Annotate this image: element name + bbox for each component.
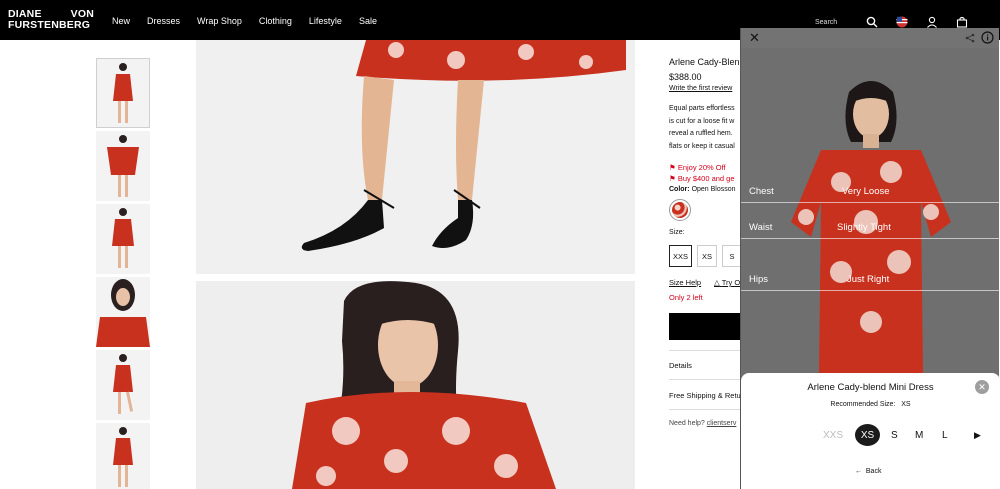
thumbnail-6[interactable]: [96, 423, 150, 489]
tag-icon: ⚑: [669, 163, 678, 172]
nav-item-lifestyle[interactable]: Lifestyle: [309, 16, 342, 26]
nav-item-sale[interactable]: Sale: [359, 16, 377, 26]
hips-label: Hips: [749, 274, 769, 285]
us-flag-icon[interactable]: [896, 16, 908, 28]
nav-item-dresses[interactable]: Dresses: [147, 16, 180, 26]
promo-2[interactable]: ⚑ Buy $400 and ge: [669, 174, 735, 183]
size-option-s[interactable]: S: [722, 245, 741, 267]
size-recommendation-card: Arlene Cady-blend Mini Dress ✕ Recommend…: [741, 373, 999, 489]
model-closeup-image: [96, 279, 150, 347]
model-legs-image: [301, 40, 626, 251]
nav-item-wrap-shop[interactable]: Wrap Shop: [197, 16, 242, 26]
divider: [669, 409, 741, 410]
shopping-bag-icon[interactable]: [956, 16, 968, 28]
chest-fit-value: Very Loose: [842, 186, 890, 197]
thumbnail-2[interactable]: [96, 131, 150, 201]
fit-size-s[interactable]: S: [891, 430, 898, 441]
waist-measure-line: [741, 238, 999, 239]
description-line: flats or keep it casual: [669, 142, 735, 150]
thumbnail-5[interactable]: [96, 350, 150, 420]
hips-fit-value: Just Right: [847, 274, 890, 285]
try-on-link[interactable]: △ Try O: [714, 278, 740, 287]
product-image-legs: [196, 40, 635, 274]
promo-text: Buy $400 and ge: [677, 174, 735, 183]
divider: [669, 350, 741, 351]
thumbnail-4[interactable]: [96, 277, 150, 347]
promo-1[interactable]: ⚑ Enjoy 20% Off: [669, 163, 726, 172]
brand-logo[interactable]: DIANE VON FURSTENBERG: [8, 9, 94, 30]
nav-item-clothing[interactable]: Clothing: [259, 16, 292, 26]
product-title: Arlene Cady-Blen: [669, 57, 740, 67]
waist-fit-value: Slightly Tight: [837, 222, 891, 233]
main-nav: New Dresses Wrap Shop Clothing Lifestyle…: [112, 16, 394, 26]
fit-size-xs[interactable]: XS: [855, 424, 880, 446]
chest-measure-line: [741, 202, 999, 203]
model-figure-image: [113, 354, 134, 414]
share-icon[interactable]: [965, 33, 975, 43]
size-option-xxs[interactable]: XXS: [669, 245, 692, 267]
panel-toolbar: [741, 28, 999, 48]
shipping-accordion[interactable]: Free Shipping & Retu: [669, 391, 741, 400]
fit-size-m[interactable]: M: [915, 430, 923, 441]
back-button[interactable]: ← Back: [855, 468, 881, 475]
product-price: $388.00: [669, 72, 702, 82]
logo-text-von: VON: [70, 8, 94, 20]
size-option-xs[interactable]: XS: [697, 245, 717, 267]
divider: [669, 379, 741, 380]
details-accordion[interactable]: Details: [669, 361, 692, 370]
model-figure-image: [107, 135, 139, 197]
description-line: reveal a ruffled hem.: [669, 130, 733, 137]
thumbnail-1[interactable]: [96, 58, 150, 128]
model-figure-image: [113, 427, 133, 487]
search-icon[interactable]: [866, 16, 878, 28]
stock-status: Only 2 left: [669, 293, 703, 302]
search-label[interactable]: Search: [815, 19, 837, 26]
fit-size-l[interactable]: L: [942, 430, 948, 441]
account-icon[interactable]: [926, 16, 938, 28]
swatch-fill: [672, 202, 688, 218]
help-prefix: Need help?: [669, 420, 705, 427]
arrow-left-icon: ←: [855, 468, 862, 475]
description-line: Equal parts effortless: [669, 105, 735, 112]
virtual-fit-panel: ✕ Chest Very Loose Waist Slightly Tight …: [740, 28, 999, 489]
color-swatch[interactable]: [669, 199, 691, 221]
product-description: Equal parts effortless is cut for a loos…: [669, 103, 743, 153]
add-to-bag-button[interactable]: [669, 313, 741, 340]
size-help-link[interactable]: Size Help: [669, 278, 701, 287]
card-product-title: Arlene Cady-blend Mini Dress: [807, 382, 934, 393]
model-portrait-image: [292, 281, 556, 489]
promo-text: Enjoy 20% Off: [677, 163, 726, 172]
tag-icon: ⚑: [669, 174, 678, 183]
color-value: Open Blosson: [691, 186, 736, 193]
recommended-label: Recommended Size:: [830, 401, 896, 408]
hips-measure-line: [741, 290, 999, 291]
card-close-icon[interactable]: ✕: [975, 380, 989, 394]
close-icon[interactable]: ✕: [749, 31, 760, 44]
client-service-link[interactable]: clientserv: [707, 420, 737, 427]
logo-text-furstenberg: FURSTENBERG: [8, 18, 91, 31]
chest-label: Chest: [749, 186, 774, 197]
next-size-arrow-icon[interactable]: ▶: [974, 430, 981, 441]
description-line: is cut for a loose fit w: [669, 117, 735, 125]
write-review-link[interactable]: Write the first review: [669, 85, 732, 92]
back-label: Back: [865, 468, 882, 475]
product-image-model: [196, 281, 635, 489]
nav-item-new[interactable]: New: [112, 16, 130, 26]
color-row: Color: Open Blosson: [669, 186, 736, 193]
help-row: Need help? clientserv: [669, 420, 736, 427]
hanger-icon: △: [714, 278, 720, 287]
recommended-size-row: Recommended Size: XS: [741, 401, 999, 408]
fit-size-xxs[interactable]: XXS: [823, 430, 843, 441]
color-label: Color:: [669, 186, 690, 193]
size-label: Size:: [669, 229, 685, 236]
waist-label: Waist: [749, 222, 773, 233]
model-figure-image: [112, 208, 134, 268]
recommended-value: XS: [901, 401, 911, 408]
try-on-text: Try O: [721, 278, 741, 287]
logo-text-diane: DIANE: [8, 8, 42, 20]
thumbnail-3[interactable]: [96, 204, 150, 274]
model-figure-image: [113, 63, 133, 123]
info-icon[interactable]: [981, 31, 994, 44]
